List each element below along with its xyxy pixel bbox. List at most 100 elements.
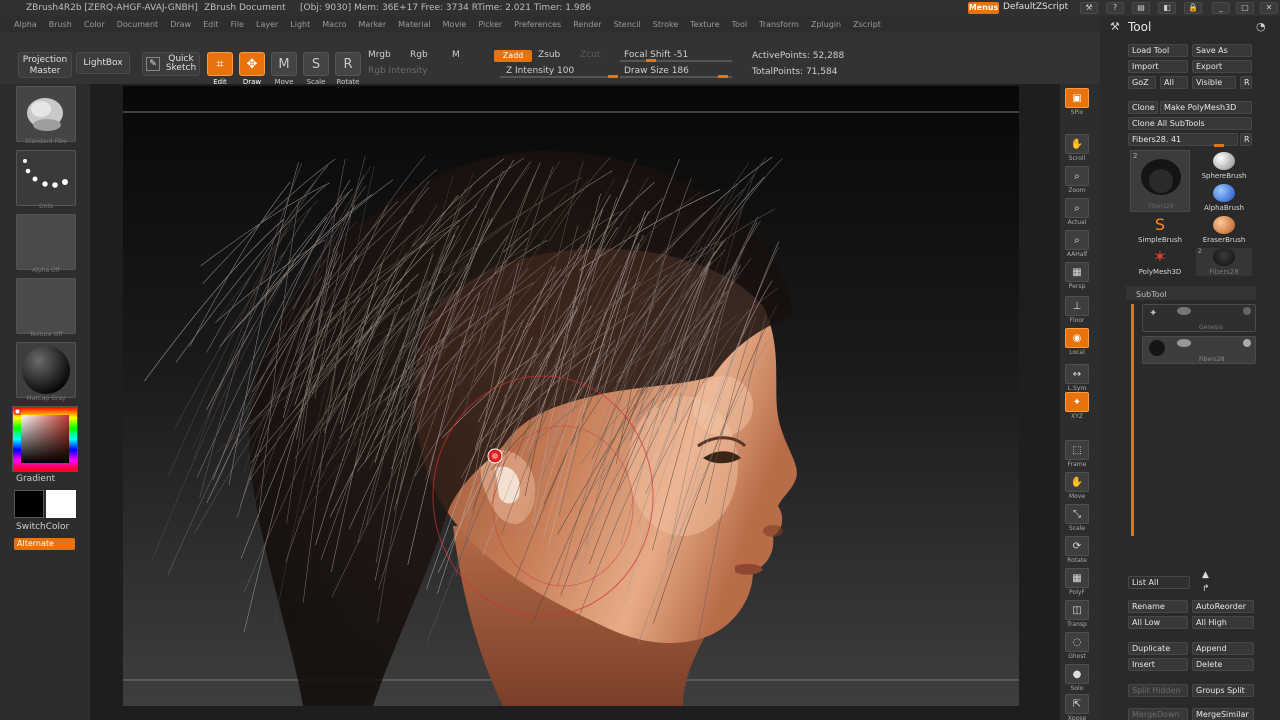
import-button[interactable]: Import bbox=[1128, 60, 1188, 73]
menu-item-alpha[interactable]: Alpha bbox=[14, 20, 37, 29]
right-tray-ghost-button[interactable]: ◌ Ghost bbox=[1063, 632, 1091, 660]
menu-item-tool[interactable]: Tool bbox=[732, 20, 748, 29]
menu-item-brush[interactable]: Brush bbox=[49, 20, 72, 29]
menu-item-color[interactable]: Color bbox=[84, 20, 105, 29]
texture-thumbnail[interactable] bbox=[16, 278, 76, 334]
eye-visibility-icon[interactable] bbox=[1177, 307, 1191, 315]
right-tray-actual-button[interactable]: ⌕ Actual bbox=[1063, 198, 1091, 226]
visible-button[interactable]: Visible bbox=[1192, 76, 1236, 89]
main-color-swatch[interactable] bbox=[14, 490, 44, 518]
menu-item-zplugin[interactable]: Zplugin bbox=[811, 20, 841, 29]
menu-item-picker[interactable]: Picker bbox=[478, 20, 502, 29]
rgb-intensity-slider[interactable]: Rgb Intensity bbox=[368, 66, 428, 76]
maximize-icon[interactable]: □ bbox=[1236, 2, 1254, 14]
zadd-button[interactable]: Zadd bbox=[494, 50, 532, 62]
document-canvas[interactable] bbox=[123, 86, 1019, 706]
sphere-brush-tool[interactable]: SphereBrush bbox=[1196, 152, 1252, 180]
right-tray-frame-button[interactable]: ⬚ Frame bbox=[1063, 440, 1091, 468]
alternate-button[interactable]: Alternate bbox=[14, 538, 75, 550]
menus-button[interactable]: Menus bbox=[968, 2, 999, 14]
eraser-brush-tool[interactable]: EraserBrush bbox=[1196, 216, 1252, 244]
help-icon[interactable]: ? bbox=[1106, 2, 1124, 14]
gradient-button[interactable]: Gradient bbox=[16, 474, 55, 484]
menu-item-material[interactable]: Material bbox=[398, 20, 431, 29]
right-tray-transp-button[interactable]: ◫ Transp bbox=[1063, 600, 1091, 628]
m-button[interactable]: M bbox=[452, 50, 460, 60]
all-low-button[interactable]: All Low bbox=[1128, 616, 1188, 629]
split-hidden-button[interactable]: Split Hidden bbox=[1128, 684, 1188, 697]
subtool-section-title[interactable]: SubTool bbox=[1136, 290, 1167, 299]
subtool-item-genesis[interactable]: ✦ Genesis bbox=[1142, 304, 1256, 332]
brush-thumbnail[interactable] bbox=[16, 86, 76, 142]
polymesh3d-tool[interactable]: ✶ PolyMesh3D bbox=[1132, 248, 1188, 277]
move-down-arrow-icon[interactable]: ↱ bbox=[1202, 584, 1210, 594]
menu-item-preferences[interactable]: Preferences bbox=[514, 20, 561, 29]
clone-all-subtools-button[interactable]: Clone All SubTools bbox=[1128, 117, 1252, 130]
quick-sketch-button[interactable]: ✎ Quick Sketch bbox=[142, 52, 200, 76]
zsub-button[interactable]: Zsub bbox=[538, 50, 560, 60]
load-tool-button[interactable]: Load Tool bbox=[1128, 44, 1188, 57]
merge-down-button[interactable]: MergeDown bbox=[1128, 708, 1188, 720]
draw-size-slider[interactable]: Draw Size 186 bbox=[624, 66, 689, 76]
simple-brush-tool[interactable]: S SimpleBrush bbox=[1132, 216, 1188, 245]
focal-shift-slider[interactable]: Focal Shift -51 bbox=[624, 50, 688, 60]
zcut-button[interactable]: Zcut bbox=[580, 50, 600, 60]
merge-similar-button[interactable]: MergeSimilar bbox=[1192, 708, 1254, 720]
stroke-thumbnail[interactable] bbox=[16, 150, 76, 206]
secondary-color-swatch[interactable] bbox=[46, 490, 76, 518]
rename-button[interactable]: Rename bbox=[1128, 600, 1188, 613]
projection-master-button[interactable]: Projection Master bbox=[18, 52, 72, 78]
color-picker[interactable] bbox=[12, 406, 78, 472]
right-tray-floor-button[interactable]: ⊥ Floor bbox=[1063, 296, 1091, 324]
alpha-brush-tool[interactable]: AlphaBrush bbox=[1196, 184, 1252, 212]
subtool-fibers28-toggle-icon[interactable] bbox=[1243, 339, 1251, 347]
right-tray-lsym-button[interactable]: ↔ L.Sym bbox=[1063, 364, 1091, 392]
menu-item-zscript[interactable]: Zscript bbox=[853, 20, 881, 29]
right-tray-scroll-button[interactable]: ✋ Scroll bbox=[1063, 134, 1091, 162]
menu-item-edit[interactable]: Edit bbox=[203, 20, 219, 29]
menu-item-transform[interactable]: Transform bbox=[759, 20, 799, 29]
goz-button[interactable]: GoZ bbox=[1128, 76, 1156, 89]
insert-button[interactable]: Insert bbox=[1128, 658, 1188, 671]
move-up-arrow-icon[interactable]: ▲ bbox=[1202, 570, 1209, 580]
all-button[interactable]: All bbox=[1160, 76, 1188, 89]
make-polymesh-button[interactable]: Make PolyMesh3D bbox=[1160, 101, 1252, 114]
menu-item-stencil[interactable]: Stencil bbox=[614, 20, 641, 29]
save-as-button[interactable]: Save As bbox=[1192, 44, 1252, 57]
z-intensity-slider[interactable]: Z Intensity 100 bbox=[506, 66, 574, 76]
r-button[interactable]: R bbox=[1240, 76, 1252, 89]
menu-item-stroke[interactable]: Stroke bbox=[653, 20, 679, 29]
menu-item-render[interactable]: Render bbox=[573, 20, 601, 29]
palette-close-icon[interactable]: ◔ bbox=[1256, 20, 1266, 33]
lightbox-button[interactable]: LightBox bbox=[76, 52, 130, 74]
layout-icon[interactable]: ▤ bbox=[1132, 2, 1150, 14]
lock-icon[interactable]: 🔒 bbox=[1184, 2, 1202, 14]
subtool-list-scrollbar[interactable] bbox=[1131, 304, 1134, 536]
rgb-button[interactable]: Rgb bbox=[410, 50, 428, 60]
tool-palette-title[interactable]: Tool bbox=[1128, 20, 1151, 34]
menu-item-document[interactable]: Document bbox=[117, 20, 158, 29]
right-tray-scale-button[interactable]: ⤡ Scale bbox=[1063, 504, 1091, 532]
eye-visibility-icon-2[interactable] bbox=[1177, 339, 1191, 347]
subtool-genesis-toggle-icon[interactable] bbox=[1243, 307, 1251, 315]
groups-split-button[interactable]: Groups Split bbox=[1192, 684, 1254, 697]
minimize-icon[interactable]: _ bbox=[1212, 2, 1230, 14]
tool-r-button[interactable]: R bbox=[1240, 133, 1252, 146]
right-tray-aahalf-button[interactable]: ⌕ AAHalf bbox=[1063, 230, 1091, 258]
menu-item-marker[interactable]: Marker bbox=[358, 20, 386, 29]
autoreorder-button[interactable]: AutoReorder bbox=[1192, 600, 1254, 613]
list-all-button[interactable]: List All bbox=[1128, 576, 1190, 589]
material-thumbnail[interactable] bbox=[16, 342, 76, 398]
mrgb-button[interactable]: Mrgb bbox=[368, 50, 391, 60]
menu-item-macro[interactable]: Macro bbox=[322, 20, 346, 29]
default-zscript-label[interactable]: DefaultZScript bbox=[1003, 2, 1068, 12]
export-button[interactable]: Export bbox=[1192, 60, 1252, 73]
right-tray-solo-button[interactable]: ● Solo bbox=[1063, 664, 1091, 692]
fibers28-tool[interactable]: 2 Fibers28 bbox=[1196, 248, 1252, 276]
menu-item-draw[interactable]: Draw bbox=[170, 20, 191, 29]
right-tray-polyf-button[interactable]: ▦ PolyF bbox=[1063, 568, 1091, 596]
append-button[interactable]: Append bbox=[1192, 642, 1254, 655]
right-tray-persp-button[interactable]: ▦ Persp bbox=[1063, 262, 1091, 290]
right-tray-zoom-button[interactable]: ⌕ Zoom bbox=[1063, 166, 1091, 194]
delete-button[interactable]: Delete bbox=[1192, 658, 1254, 671]
